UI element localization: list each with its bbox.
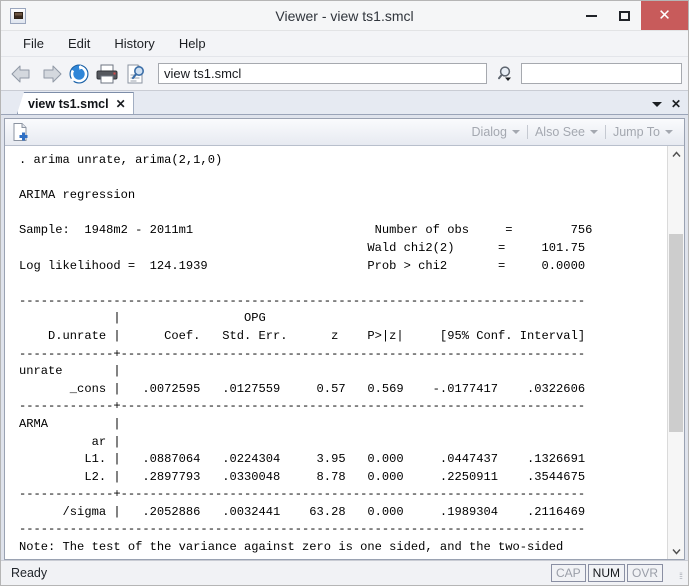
search-magnifier-icon[interactable] [496,64,518,84]
jump-to-button-label: Jump To [612,125,660,139]
minimize-icon [586,14,597,17]
tab-close-icon[interactable]: ✕ [116,97,126,111]
dialog-chevron-down-icon [511,130,520,134]
status-bar: Ready CAP NUM OVR [1,560,688,585]
maximize-icon [619,10,630,21]
close-tab-icon[interactable]: ✕ [671,97,681,111]
status-message: Ready [11,566,48,580]
jump-to-chevron-down-icon [665,130,673,134]
also-see-button-label: Also See [534,125,585,139]
menu-item-history[interactable]: History [105,33,163,54]
also-see-button[interactable]: Also See [528,125,605,139]
status-indicators: CAP NUM OVR [550,564,684,582]
back-arrow-icon[interactable] [9,63,35,85]
address-input[interactable]: view ts1.smcl [158,63,487,84]
menu-item-edit[interactable]: Edit [59,33,99,54]
refresh-icon[interactable] [67,63,91,85]
new-document-icon[interactable] [11,122,31,142]
address-input-value: view ts1.smcl [164,66,242,81]
stata-output-text: . arima unrate, arima(2,1,0) ARIMA regre… [19,153,593,559]
close-button[interactable]: ✕ [641,1,688,30]
search-area [496,63,682,84]
menu-item-file[interactable]: File [14,33,53,54]
viewer-window: Viewer - view ts1.smcl ✕ File Edit Histo… [0,0,689,586]
address-toolbar: view ts1.smcl [1,57,688,91]
tab-bar-controls: ✕ [651,97,688,114]
maximize-button[interactable] [608,1,641,30]
window-controls: ✕ [575,1,688,30]
tab-view-ts1-smcl[interactable]: view ts1.smcl ✕ [17,92,134,114]
menu-item-help[interactable]: Help [170,33,215,54]
menu-bar: File Edit History Help [1,31,688,57]
also-see-chevron-down-icon [589,130,598,134]
status-badge-num: NUM [587,564,625,582]
status-badge-cap: CAP [550,564,586,582]
search-input[interactable] [521,63,682,84]
title-bar: Viewer - view ts1.smcl ✕ [1,1,688,31]
minimize-button[interactable] [575,1,608,30]
viewer-command-buttons: Dialog Also See Jump To [465,125,680,139]
viewer-command-bar: Dialog Also See Jump To [5,119,684,146]
viewer-pane: Dialog Also See Jump To . arima unrate, … [1,115,688,560]
dialog-button-label: Dialog [471,125,507,139]
document-area: . arima unrate, arima(2,1,0) ARIMA regre… [5,146,684,559]
stata-viewer-icon [10,7,26,24]
tab-label: view ts1.smcl [28,96,109,111]
print-icon[interactable] [94,63,120,85]
scroll-up-button[interactable] [668,146,684,162]
vertical-scrollbar[interactable] [667,146,684,559]
resize-grip[interactable] [670,567,682,581]
viewer-pane-inner: Dialog Also See Jump To . arima unrate, … [4,118,685,560]
tab-bar: view ts1.smcl ✕ ✕ [1,91,688,115]
status-badge-ovr: OVR [626,564,663,582]
dialog-button[interactable]: Dialog [465,125,527,139]
document-search-icon[interactable] [123,63,149,85]
scrollbar-thumb[interactable] [669,234,683,433]
chevron-down-icon[interactable] [651,101,662,107]
forward-arrow-icon[interactable] [38,63,64,85]
scrollbar-track[interactable] [668,162,684,543]
jump-to-button[interactable]: Jump To [606,125,680,139]
close-icon: ✕ [658,7,671,24]
scroll-down-button[interactable] [668,543,684,559]
